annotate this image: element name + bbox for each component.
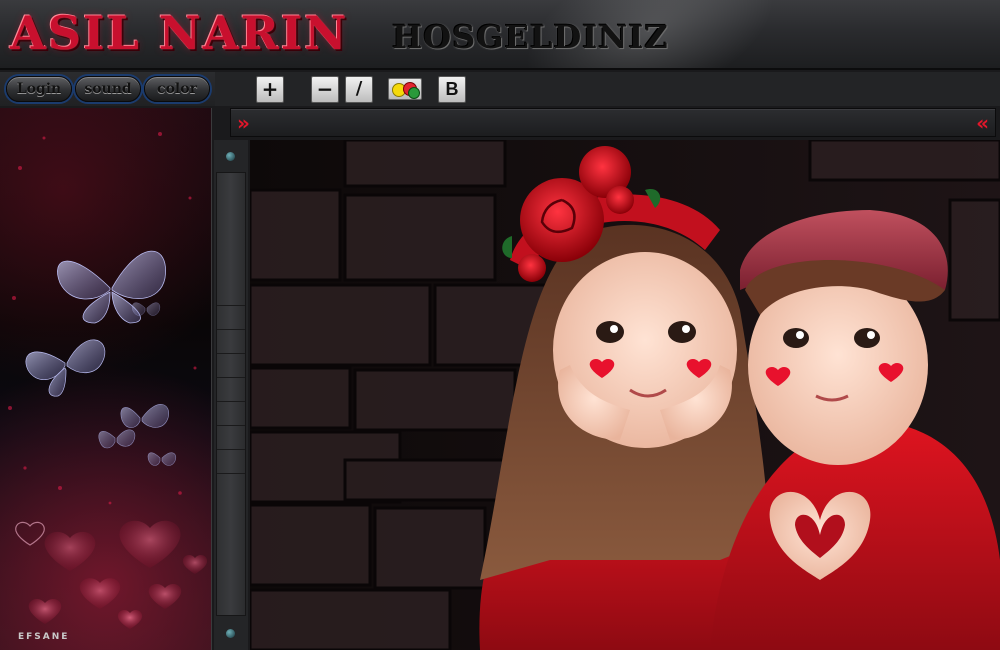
login-button[interactable]: Login (6, 76, 72, 102)
message-bar: » « (230, 108, 996, 137)
slash-button[interactable]: / (345, 76, 373, 103)
decorative-side-panel: EFSANE (0, 108, 212, 650)
right-arrow-icon: « (976, 111, 989, 135)
color-button[interactable]: color (144, 76, 210, 102)
scroll-segment (217, 305, 245, 306)
butterfly-icon (25, 339, 106, 397)
smileys-button[interactable] (388, 78, 422, 100)
bold-button[interactable]: B (438, 76, 466, 103)
scroll-down-button[interactable] (226, 629, 235, 638)
butterfly-icon (120, 404, 169, 428)
zoom-out-button[interactable]: − (311, 76, 339, 103)
scroll-segment (217, 401, 245, 402)
header-banner: ASIL NARIN HOSGELDINIZ (0, 0, 1000, 70)
butterflies-hearts-art (8, 132, 208, 629)
sound-button[interactable]: sound (75, 76, 141, 102)
scrollbar-track[interactable] (216, 172, 246, 616)
butterfly-icon (131, 302, 161, 316)
scroll-up-button[interactable] (226, 152, 235, 161)
heart-icon (15, 520, 208, 629)
minus-icon: − (316, 77, 334, 101)
bold-icon: B (445, 79, 459, 99)
scroll-segment (217, 449, 245, 450)
scroll-segment (217, 425, 245, 426)
left-arrow-icon: » (237, 111, 250, 135)
toolbar: + − / B (215, 72, 1000, 106)
plus-icon: + (261, 77, 279, 101)
nav-bar: Login sound color (0, 72, 215, 106)
butterfly-icon (147, 452, 177, 466)
scroll-segment (217, 353, 245, 354)
main-photo (250, 140, 1000, 650)
smiley-green-icon (408, 87, 420, 99)
zoom-in-button[interactable]: + (256, 76, 284, 103)
scroll-rail (214, 140, 248, 650)
children-photo (250, 140, 1000, 650)
slash-icon: / (355, 78, 363, 99)
scroll-segment (217, 377, 245, 378)
scroll-segment (217, 329, 245, 330)
brand-title: ASIL NARIN (10, 6, 349, 60)
signature-text: EFSANE (18, 632, 70, 642)
butterfly-icon (98, 429, 136, 449)
scroll-segment (217, 473, 245, 474)
welcome-title: HOSGELDINIZ (392, 18, 669, 56)
